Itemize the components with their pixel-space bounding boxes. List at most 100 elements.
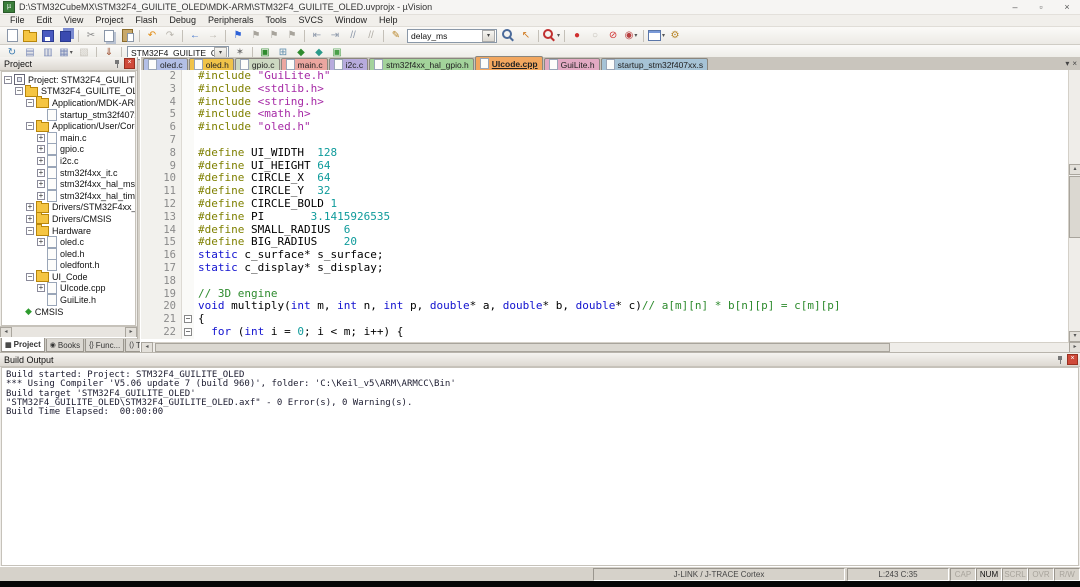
toggle-bookmark-icon[interactable]: ⚑ [230,29,246,43]
editor-vscrollbar[interactable]: ▴ ▾ [1068,70,1080,342]
code-editor[interactable]: 2#include "GuiLite.h"3#include <stdlib.h… [141,70,1068,342]
expand-icon[interactable]: + [37,169,45,177]
expand-icon[interactable]: + [37,284,45,292]
expand-icon[interactable]: + [37,192,45,200]
restore-button[interactable]: ▫ [1028,0,1054,14]
expand-icon[interactable]: + [37,238,45,246]
prev-bookmark-icon[interactable]: ⚑ [248,29,264,43]
panel-tab-project[interactable]: ▦Project [1,338,45,352]
save-icon[interactable] [40,29,56,43]
tab-startup-stm32f407xx-s[interactable]: startup_stm32f407xx.s [601,58,709,70]
copy-icon[interactable] [101,29,117,43]
build-output-close-icon[interactable]: × [1067,354,1078,365]
tree-item-guilite-h[interactable]: GuiLite.h [2,294,135,306]
tree-item-startup-stm32f407xx-s[interactable]: startup_stm32f407xx.s [2,109,135,121]
tab-stm32f4xx-hal-gpio-h[interactable]: stm32f4xx_hal_gpio.h [369,58,474,70]
search-combo[interactable]: delay_ms▾ [407,29,497,43]
menu-help[interactable]: Help [373,15,404,26]
zoom-tool-icon[interactable]: ▾ [543,29,560,43]
tree-item-project-stm32f4-guilite-oled[interactable]: −Project: STM32F4_GUILITE_OLED [2,74,135,86]
expand-icon[interactable]: + [37,145,45,153]
tree-item-application-user-core[interactable]: −Application/User/Core [2,120,135,132]
next-bookmark-icon[interactable]: ⚑ [266,29,282,43]
toggle-breakpoint-icon[interactable]: ● [569,29,585,43]
find-in-files-icon[interactable] [500,29,516,43]
panel-tab-books[interactable]: ◉Books [46,339,84,352]
menu-peripherals[interactable]: Peripherals [202,15,260,26]
scroll-right-icon[interactable]: ▸ [125,327,137,338]
navigate-forward-icon[interactable]: → [205,29,221,43]
tab-guilite-h[interactable]: GuiLite.h [544,58,600,70]
expand-icon[interactable]: + [37,134,45,142]
tree-item-application-mdk-arm[interactable]: −Application/MDK-ARM [2,97,135,109]
tree-item-oledfont-h[interactable]: oledfont.h [2,260,135,272]
scrollbar-thumb[interactable] [1069,176,1080,238]
debug-windows-icon[interactable]: ▾ [648,29,665,43]
tree-item-stm32f4xx-it-c[interactable]: +stm32f4xx_it.c [2,167,135,179]
minimize-button[interactable]: – [1002,0,1028,14]
tab-list-dropdown-icon[interactable]: ▾ [1065,59,1069,68]
tab-main-c[interactable]: main.c [281,58,328,70]
menu-flash[interactable]: Flash [129,15,163,26]
disable-breakpoints-icon[interactable]: ◉▾ [623,29,639,43]
tree-item-main-c[interactable]: +main.c [2,132,135,144]
kill-breakpoints-icon[interactable]: ⊘ [605,29,621,43]
tree-item-stm32f4xx-hal-timebase[interactable]: +stm32f4xx_hal_timebase_ [2,190,135,202]
close-file-icon[interactable]: × [1072,59,1077,68]
expand-icon[interactable]: + [37,180,45,188]
menu-tools[interactable]: Tools [259,15,292,26]
tab-i2c-c[interactable]: i2c.c [329,58,368,70]
scroll-up-icon[interactable]: ▴ [1069,164,1080,175]
collapse-icon[interactable]: − [26,273,34,281]
pin-icon[interactable] [114,59,121,68]
project-panel-close-icon[interactable]: × [124,58,135,69]
uncomment-icon[interactable]: // [363,29,379,43]
menu-project[interactable]: Project [89,15,129,26]
tree-item-stm32f4-guilite-oled[interactable]: −STM32F4_GUILITE_OLED [2,86,135,98]
unindent-icon[interactable]: ⇤ [309,29,325,43]
tree-item-oled-c[interactable]: +oled.c [2,236,135,248]
chevron-down-icon[interactable]: ▾ [482,30,495,42]
tab-oled-c[interactable]: oled.c [143,58,188,70]
build-output-log[interactable]: Build started: Project: STM32F4_GUILITE_… [1,367,1079,566]
tree-item-gpio-c[interactable]: +gpio.c [2,144,135,156]
configure-icon[interactable]: ⚙ [667,29,683,43]
menu-svcs[interactable]: SVCS [293,15,330,26]
close-button[interactable]: × [1054,0,1080,14]
menu-view[interactable]: View [58,15,89,26]
collapse-icon[interactable]: − [15,87,23,95]
expand-icon[interactable]: + [37,157,45,165]
tree-item-oled-h[interactable]: oled.h [2,248,135,260]
find-history-icon[interactable]: ✎ [388,29,404,43]
pin-icon[interactable] [1057,355,1064,364]
collapse-icon[interactable]: − [4,76,12,84]
tree-item-hardware[interactable]: −Hardware [2,225,135,237]
comment-icon[interactable]: // [345,29,361,43]
tab-uicode-cpp[interactable]: UIcode.cpp [475,56,543,70]
project-tree-hscrollbar[interactable]: ◂ ▸ [0,326,137,337]
tree-item-drivers-cmsis[interactable]: +Drivers/CMSIS [2,213,135,225]
fold-collapse-icon[interactable]: − [184,315,192,323]
tree-item-cmsis[interactable]: ◆CMSIS [2,306,135,318]
expand-icon[interactable]: + [26,203,34,211]
navigate-back-icon[interactable]: ← [187,29,203,43]
tab-gpio-c[interactable]: gpio.c [235,58,280,70]
tree-item-drivers-stm32f4xx-hal-dri[interactable]: +Drivers/STM32F4xx_HAL_Dri [2,202,135,214]
tree-item-ui-code[interactable]: −UI_Code [2,271,135,283]
open-file-icon[interactable] [22,29,38,43]
expand-icon[interactable]: + [26,215,34,223]
undo-icon[interactable]: ↶ [144,29,160,43]
menu-file[interactable]: File [4,15,31,26]
menu-edit[interactable]: Edit [31,15,59,26]
collapse-icon[interactable]: − [26,99,34,107]
fold-collapse-icon[interactable]: − [184,328,192,336]
paste-icon[interactable] [119,29,135,43]
redo-icon[interactable]: ↷ [162,29,178,43]
scrollbar-thumb[interactable] [155,343,890,352]
last-position-icon[interactable]: ↖ [518,29,534,43]
cut-icon[interactable]: ✂ [83,29,99,43]
save-all-icon[interactable] [58,29,74,43]
editor-hscrollbar[interactable]: ◂ ▸ [141,342,1080,352]
tree-item-stm32f4xx-hal-msp-c[interactable]: +stm32f4xx_hal_msp.c [2,178,135,190]
scroll-down-icon[interactable]: ▾ [1069,331,1080,342]
